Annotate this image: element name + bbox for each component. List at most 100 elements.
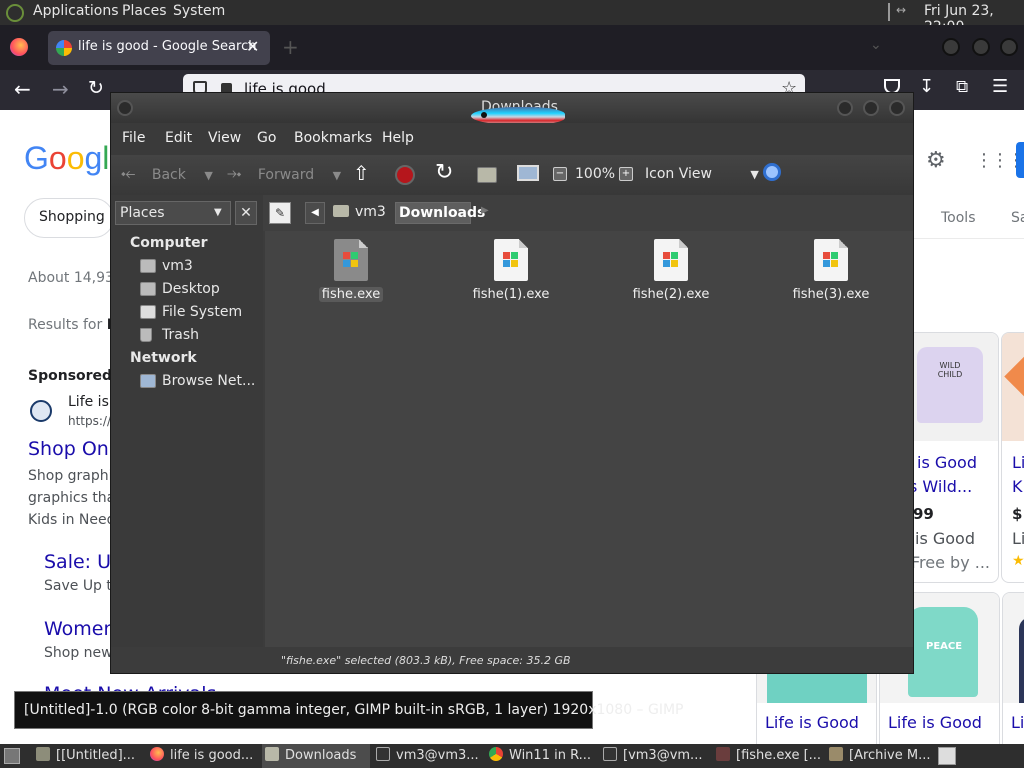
zoom-level[interactable]: 100% bbox=[575, 166, 615, 182]
workspace-switcher-icon[interactable] bbox=[938, 747, 956, 765]
product-title[interactable]: Ki bbox=[1012, 477, 1024, 496]
taskbar-item-terminal[interactable]: vm3@vm3... bbox=[376, 744, 484, 768]
forward-button[interactable]: ⤞ Forward ▼ bbox=[227, 163, 341, 184]
file-name: fishe(1).exe bbox=[472, 287, 550, 302]
minimize-window-button[interactable] bbox=[837, 100, 853, 116]
show-desktop-icon[interactable] bbox=[4, 748, 20, 764]
minimize-window-button[interactable] bbox=[942, 38, 960, 56]
sidebar-selector[interactable]: Places ▼ bbox=[115, 201, 231, 225]
menu-help[interactable]: Help bbox=[382, 130, 414, 146]
new-tab-button[interactable]: + bbox=[282, 35, 299, 59]
path-scroll-left-icon[interactable]: ◀ bbox=[305, 202, 325, 224]
product-title[interactable]: Life is Good bbox=[765, 713, 859, 732]
reload-icon[interactable]: ↻ bbox=[435, 160, 453, 185]
forward-arrow-icon[interactable]: → bbox=[52, 77, 69, 101]
path-button-vm3[interactable]: vm3 bbox=[333, 202, 386, 224]
maximize-window-button[interactable] bbox=[863, 100, 879, 116]
product-title[interactable]: s Wild... bbox=[909, 477, 972, 496]
filter-chip-shopping[interactable]: Shopping bbox=[24, 198, 114, 238]
chevron-down-icon: ▼ bbox=[214, 207, 222, 218]
applications-menu[interactable]: Applications bbox=[33, 3, 119, 19]
close-sidebar-icon[interactable]: ✕ bbox=[235, 201, 257, 225]
sitelink-sale-desc: Save Up to bbox=[44, 578, 121, 594]
chevron-down-icon[interactable]: ▼ bbox=[204, 169, 212, 182]
network-icon[interactable]: ↔ bbox=[888, 3, 916, 21]
product-card[interactable]: Li Ki $1 Li ★ bbox=[1001, 332, 1024, 583]
tools-overflow-text[interactable]: Sa bbox=[1011, 210, 1024, 226]
window-titlebar[interactable]: Downloads bbox=[111, 93, 913, 125]
terminal-icon bbox=[376, 747, 390, 761]
sidebar-item-browse-network[interactable]: Browse Net... bbox=[140, 373, 255, 389]
close-window-button[interactable] bbox=[1000, 38, 1018, 56]
list-all-tabs-icon[interactable]: ⌄ bbox=[870, 37, 882, 53]
sitelink-women[interactable]: Women bbox=[44, 618, 116, 640]
file-item[interactable]: fishe(3).exe bbox=[771, 239, 891, 302]
file-manager-window: Downloads File Edit View Go Bookmarks He… bbox=[110, 92, 914, 674]
file-item[interactable]: fishe.exe bbox=[291, 239, 411, 302]
zoom-out-icon[interactable]: − bbox=[553, 167, 567, 181]
menu-view[interactable]: View bbox=[208, 130, 241, 146]
back-arrow-icon[interactable]: ← bbox=[14, 77, 31, 101]
close-tab-icon[interactable]: ✕ bbox=[246, 37, 259, 56]
ad-headline-link[interactable]: Shop Onl bbox=[28, 438, 114, 460]
product-title[interactable]: is Good bbox=[917, 453, 977, 472]
back-button[interactable]: ⤝ Back ▼ bbox=[121, 163, 213, 184]
tab-google-search[interactable]: life is good - Google Search ✕ bbox=[48, 31, 270, 65]
windows-logo-icon bbox=[503, 252, 519, 268]
product-title[interactable]: Life is Good bbox=[888, 713, 982, 732]
zoom-in-icon[interactable]: + bbox=[619, 167, 633, 181]
advertiser-name[interactable]: Life is bbox=[68, 394, 109, 410]
taskbar-item-chrome[interactable]: Win11 in R... bbox=[489, 744, 597, 768]
taskbar-item-gimp[interactable]: [[Untitled]... bbox=[36, 744, 144, 768]
sidebar-item-trash[interactable]: Trash bbox=[140, 327, 199, 343]
product-title[interactable]: Li bbox=[1012, 453, 1024, 472]
windows-logo-icon bbox=[343, 252, 359, 268]
product-title[interactable]: Li bbox=[1011, 713, 1024, 732]
computer-icon[interactable] bbox=[517, 165, 539, 181]
downloads-icon[interactable]: ↧ bbox=[919, 76, 934, 97]
extensions-icon[interactable]: ⧉ bbox=[956, 77, 968, 97]
sidebar-item-vm3[interactable]: vm3 bbox=[140, 258, 193, 274]
menu-edit[interactable]: Edit bbox=[165, 130, 192, 146]
sitelink-sale[interactable]: Sale: U bbox=[44, 551, 111, 573]
maximize-window-button[interactable] bbox=[972, 38, 990, 56]
stop-icon[interactable] bbox=[395, 165, 415, 185]
search-icon[interactable] bbox=[763, 163, 781, 181]
sidebar-item-file-system[interactable]: File System bbox=[140, 304, 242, 320]
gnome-foot-icon[interactable] bbox=[6, 4, 24, 22]
window-menu-button[interactable] bbox=[117, 100, 133, 116]
reload-icon[interactable]: ↻ bbox=[88, 77, 104, 99]
path-scroll-right-icon[interactable]: ▶ bbox=[481, 205, 489, 216]
file-item[interactable]: fishe(2).exe bbox=[611, 239, 731, 302]
close-window-button[interactable] bbox=[889, 100, 905, 116]
menu-bookmarks[interactable]: Bookmarks bbox=[294, 130, 372, 146]
sign-in-button[interactable] bbox=[1016, 142, 1024, 178]
taskbar-item-firefox[interactable]: life is good... bbox=[150, 744, 258, 768]
file-view[interactable]: fishe.exe fishe(1).exe fishe(2).exe fish… bbox=[265, 231, 913, 647]
menu-file[interactable]: File bbox=[122, 130, 145, 146]
file-item[interactable]: fishe(1).exe bbox=[451, 239, 571, 302]
taskbar-item-downloads[interactable]: Downloads bbox=[262, 744, 370, 768]
gear-icon[interactable]: ⚙ bbox=[926, 148, 946, 173]
view-mode-select[interactable]: Icon View ▼ bbox=[645, 166, 759, 182]
taskbar: [[Untitled]... life is good... Downloads… bbox=[0, 744, 1024, 768]
edit-location-icon[interactable]: ✎ bbox=[269, 202, 291, 224]
firefox-view-icon[interactable] bbox=[10, 38, 28, 56]
taskbar-item-wine[interactable]: [fishe.exe [... bbox=[716, 744, 824, 768]
places-menu[interactable]: Places bbox=[122, 3, 167, 19]
tools-button[interactable]: Tools bbox=[941, 210, 976, 226]
menu-go[interactable]: Go bbox=[257, 130, 276, 146]
chevron-down-icon[interactable]: ▼ bbox=[333, 169, 341, 182]
sidebar-item-desktop[interactable]: Desktop bbox=[140, 281, 220, 297]
product-card[interactable]: Li bbox=[1002, 592, 1024, 752]
menu-hamburger-icon[interactable]: ☰ bbox=[992, 76, 1008, 97]
home-folder-icon bbox=[333, 205, 349, 217]
product-image bbox=[1002, 333, 1024, 441]
sweatshirt-image bbox=[908, 607, 978, 697]
path-button-downloads[interactable]: Downloads bbox=[395, 202, 485, 224]
home-folder-icon[interactable] bbox=[477, 167, 497, 183]
system-menu[interactable]: System bbox=[173, 3, 225, 19]
taskbar-item-terminal-2[interactable]: [vm3@vm... bbox=[603, 744, 711, 768]
up-arrow-icon[interactable]: ⇧ bbox=[353, 161, 370, 185]
taskbar-item-archive[interactable]: [Archive M... bbox=[829, 744, 933, 768]
